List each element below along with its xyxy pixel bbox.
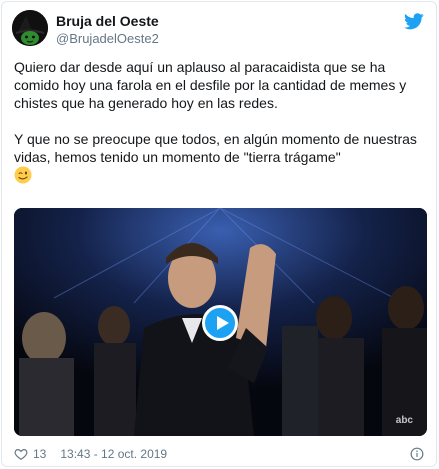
tweet-card[interactable]: Bruja del Oeste @BrujadelOeste2 Quiero d… (1, 1, 437, 467)
like-count[interactable]: 13 (33, 447, 46, 461)
tweet-timestamp[interactable]: 13:43 - 12 oct. 2019 (60, 447, 167, 461)
tweet-paragraph-2: Y que no se preocupe que todos, en algún… (14, 130, 428, 185)
tweet-text: Quiero dar desde aquí un aplauso al para… (14, 58, 428, 185)
author-display-name[interactable]: Bruja del Oeste (56, 13, 159, 29)
tweet-paragraph-1: Quiero dar desde aquí un aplauso al para… (14, 59, 407, 111)
twitter-bird-icon[interactable] (404, 13, 424, 30)
video-player[interactable]: abc (14, 208, 427, 436)
abc-watermark: abc (395, 415, 413, 426)
play-icon[interactable] (202, 305, 238, 341)
author-handle[interactable]: @BrujadelOeste2 (56, 31, 159, 46)
info-icon[interactable] (410, 447, 424, 461)
winking-face-emoji-icon (14, 166, 32, 184)
tweet-paragraph-2-text: Y que no se preocupe que todos, en algún… (14, 131, 417, 165)
tweet-footer: 13 13:43 - 12 oct. 2019 (14, 446, 167, 462)
witch-avatar-icon[interactable] (12, 10, 48, 46)
heart-icon[interactable] (14, 447, 28, 461)
